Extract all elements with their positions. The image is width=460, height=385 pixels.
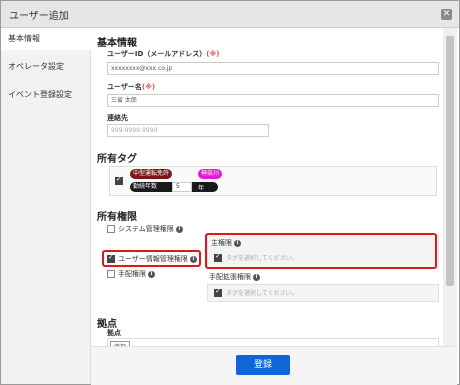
close-icon[interactable]: ✕ [441,9,452,20]
basic-info-heading: 基本情報 [97,38,137,49]
contact-label: 連絡先 [107,114,128,122]
info-icon[interactable]: i [148,270,155,278]
system-admin-checkbox[interactable] [107,225,115,233]
dialog-title: ユーザー追加 [9,11,69,22]
userid-label: ユーザーID（メールアドレス）(※) [107,50,220,58]
scrollbar[interactable] [443,28,457,346]
tenure-years-input[interactable]: 5 [172,182,192,192]
highlight-user-info-admin [102,250,201,267]
scrollbar-thumb[interactable] [446,36,454,286]
tags-checkbox[interactable] [115,175,123,185]
ext-permission-checkbox[interactable] [214,287,222,297]
sidebar-item-operator-settings[interactable]: オペレータ設定 [1,56,90,78]
register-button[interactable]: 登録 [236,355,290,375]
dialog-titlebar: ユーザー追加 ✕ [1,1,459,28]
form-content: 基本情報 ユーザーID（メールアドレス）(※) xxxxxxxx@xxx.co.… [91,28,443,346]
arrangement-checkbox[interactable] [107,270,115,278]
base-label: 拠点 [107,329,121,337]
ext-permission-label: 手配拡張権限 i [209,272,260,282]
userid-field[interactable]: xxxxxxxx@xxx.co.jp [107,62,439,75]
username-field[interactable]: 三省 太郎 [107,94,439,107]
ext-permission-placeholder[interactable]: タグを選択してください。 [226,288,298,297]
ext-permission-panel: タグを選択してください。 [207,284,439,302]
tags-box: 中型運転免許 神奈川 勤続年数 5 年 [109,166,437,196]
required-mark: (※) [206,50,220,58]
info-icon[interactable]: i [253,273,260,281]
permissions-heading: 所有権限 [97,212,137,223]
system-admin-label: システム管理権限 i [118,224,183,234]
username-label: ユーザー名(※) [107,83,156,91]
tags-heading: 所有タグ [97,154,137,165]
base-box: 追加 [107,338,439,346]
info-icon[interactable]: i [175,225,183,233]
highlight-main-permission [205,233,437,269]
tenure-unit: 年 [198,185,205,192]
contact-field[interactable]: 999-9999-9999 [107,124,269,137]
tag-chip[interactable]: 神奈川 [198,169,223,179]
sidebar-item-basic-info[interactable]: 基本情報 [1,28,91,50]
sidebar: 基本情報 オペレータ設定 イベント登録設定 [1,28,91,384]
required-mark: (※) [141,83,156,91]
dialog-footer: 登録 [91,346,457,385]
sidebar-item-event-registration[interactable]: イベント登録設定 [1,84,90,106]
add-user-dialog: ユーザー追加 ✕ 基本情報 オペレータ設定 イベント登録設定 基本情報 ユーザー… [0,0,460,385]
tag-chip[interactable]: 中型運転免許 [130,169,173,179]
arrangement-label: 手配権限 i [118,269,155,279]
